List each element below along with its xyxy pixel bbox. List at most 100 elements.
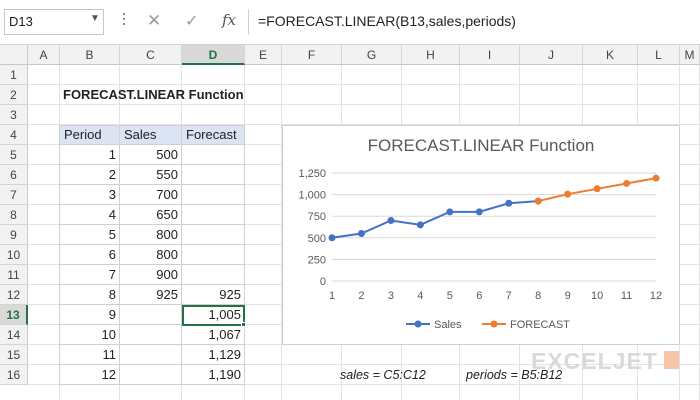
- table-cell-period[interactable]: 6: [60, 245, 120, 265]
- table-cell-sales[interactable]: 800: [120, 225, 182, 245]
- table-cell-forecast[interactable]: 1,129: [182, 345, 245, 365]
- data-point-sales: [475, 208, 483, 216]
- table-header-forecast[interactable]: Forecast: [182, 125, 245, 145]
- table-border: [60, 384, 245, 385]
- enter-icon[interactable]: ✓: [185, 11, 198, 31]
- fill-handle[interactable]: [241, 322, 246, 327]
- row-header-3[interactable]: 3: [0, 105, 28, 125]
- table-cell-forecast[interactable]: [182, 185, 245, 205]
- row-header-2[interactable]: 2: [0, 85, 28, 105]
- row-header-6[interactable]: 6: [0, 165, 28, 185]
- legend-label-forecast: FORECAST: [510, 319, 570, 331]
- table-cell-sales[interactable]: 800: [120, 245, 182, 265]
- data-point-sales: [505, 199, 513, 207]
- column-header-k[interactable]: K: [583, 45, 638, 65]
- table-cell-sales[interactable]: [120, 365, 182, 385]
- x-tick-label: 1: [329, 290, 335, 302]
- table-cell-period[interactable]: 9: [60, 305, 120, 325]
- x-tick-label: 7: [506, 290, 512, 302]
- table-cell-sales[interactable]: 500: [120, 145, 182, 165]
- x-tick-label: 9: [565, 290, 571, 302]
- row-header-12[interactable]: 12: [0, 285, 28, 305]
- cancel-icon[interactable]: ✕: [147, 11, 161, 31]
- data-point-forecast: [623, 179, 631, 187]
- table-border: [60, 184, 245, 185]
- x-tick-label: 5: [447, 290, 453, 302]
- table-border: [60, 204, 245, 205]
- row-header-13[interactable]: 13: [0, 305, 28, 325]
- table-cell-forecast[interactable]: 1,067: [182, 325, 245, 345]
- table-cell-period[interactable]: 12: [60, 365, 120, 385]
- column-header-i[interactable]: I: [460, 45, 520, 65]
- table-cell-sales[interactable]: [120, 345, 182, 365]
- column-header-b[interactable]: B: [60, 45, 120, 65]
- x-tick-label: 4: [417, 290, 423, 302]
- column-header-g[interactable]: G: [342, 45, 402, 65]
- table-cell-period[interactable]: 4: [60, 205, 120, 225]
- row-header-11[interactable]: 11: [0, 265, 28, 285]
- row-header-14[interactable]: 14: [0, 325, 28, 345]
- column-header-l[interactable]: L: [638, 45, 680, 65]
- row-header-8[interactable]: 8: [0, 205, 28, 225]
- table-cell-forecast[interactable]: [182, 165, 245, 185]
- table-cell-sales[interactable]: 550: [120, 165, 182, 185]
- table-cell-sales[interactable]: 700: [120, 185, 182, 205]
- name-box-value[interactable]: D13: [9, 14, 33, 29]
- row-header-4[interactable]: 4: [0, 125, 28, 145]
- table-header-sales[interactable]: Sales: [120, 125, 182, 145]
- table-cell-period[interactable]: 7: [60, 265, 120, 285]
- table-border: [60, 125, 245, 126]
- column-header-f[interactable]: F: [282, 45, 342, 65]
- table-cell-period[interactable]: 11: [60, 345, 120, 365]
- column-header-m[interactable]: M: [680, 45, 700, 65]
- y-tick-label: 250: [308, 254, 326, 266]
- row-header-9[interactable]: 9: [0, 225, 28, 245]
- table-cell-period[interactable]: 3: [60, 185, 120, 205]
- row-header-16[interactable]: 16: [0, 365, 28, 385]
- table-cell-forecast[interactable]: [182, 265, 245, 285]
- x-tick-label: 6: [476, 290, 482, 302]
- table-header-period[interactable]: Period: [60, 125, 120, 145]
- table-cell-period[interactable]: 10: [60, 325, 120, 345]
- column-header-c[interactable]: C: [120, 45, 182, 65]
- table-cell-sales[interactable]: [120, 325, 182, 345]
- y-tick-label: 0: [320, 276, 326, 288]
- select-all-corner[interactable]: [0, 45, 28, 65]
- row-header-7[interactable]: 7: [0, 185, 28, 205]
- x-tick-label: 2: [358, 290, 364, 302]
- table-cell-period[interactable]: 8: [60, 285, 120, 305]
- grip-icon[interactable]: [122, 13, 126, 31]
- y-tick-label: 1,000: [298, 190, 326, 202]
- insert-function-icon[interactable]: fx: [222, 11, 236, 29]
- table-cell-forecast[interactable]: [182, 145, 245, 165]
- table-cell-sales[interactable]: 925: [120, 285, 182, 305]
- row-header-5[interactable]: 5: [0, 145, 28, 165]
- note-sales-range[interactable]: sales = C5:C12: [340, 368, 426, 382]
- column-header-a[interactable]: A: [28, 45, 60, 65]
- table-cell-period[interactable]: 1: [60, 145, 120, 165]
- column-header-d[interactable]: D: [182, 45, 245, 65]
- table-cell-sales[interactable]: 900: [120, 265, 182, 285]
- row-header-10[interactable]: 10: [0, 245, 28, 265]
- row-header-1[interactable]: 1: [0, 65, 28, 85]
- active-cell-outline[interactable]: [182, 305, 245, 326]
- y-tick-label: 500: [308, 233, 326, 245]
- column-header-e[interactable]: E: [245, 45, 282, 65]
- table-cell-forecast[interactable]: [182, 245, 245, 265]
- table-cell-sales[interactable]: [120, 305, 182, 325]
- formula-input[interactable]: =FORECAST.LINEAR(B13,sales,periods): [258, 13, 516, 29]
- table-border: [60, 164, 245, 165]
- column-header-h[interactable]: H: [402, 45, 460, 65]
- table-cell-forecast[interactable]: 925: [182, 285, 245, 305]
- table-cell-sales[interactable]: 650: [120, 205, 182, 225]
- column-header-j[interactable]: J: [520, 45, 583, 65]
- row-header-15[interactable]: 15: [0, 345, 28, 365]
- table-cell-forecast[interactable]: [182, 225, 245, 245]
- table-cell-period[interactable]: 2: [60, 165, 120, 185]
- table-cell-period[interactable]: 5: [60, 225, 120, 245]
- table-cell-forecast[interactable]: 1,190: [182, 365, 245, 385]
- table-border: [60, 224, 245, 225]
- sheet-title[interactable]: FORECAST.LINEAR Function: [60, 85, 300, 105]
- table-cell-forecast[interactable]: [182, 205, 245, 225]
- chevron-down-icon[interactable]: ▼: [90, 13, 100, 24]
